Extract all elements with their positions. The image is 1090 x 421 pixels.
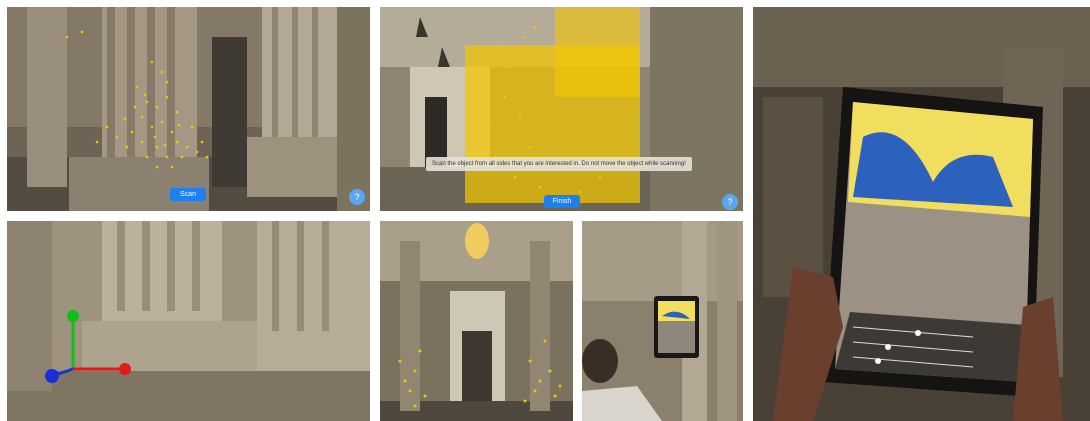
base-axes-image bbox=[7, 221, 370, 421]
ipad-ar-photo bbox=[753, 7, 1090, 421]
scan-view-panel: Scan ? bbox=[7, 7, 370, 211]
pillar-scene-image bbox=[7, 7, 370, 211]
scan-instruction-panel: Scan the object from all sides that you … bbox=[380, 7, 743, 211]
hall-scene-image bbox=[380, 7, 743, 211]
ipad-held-image bbox=[753, 7, 1090, 421]
anchor-axes-panel bbox=[7, 221, 370, 421]
interior-pointcloud-panel bbox=[380, 221, 573, 421]
user-tablet-photo bbox=[582, 221, 743, 421]
ipad-device bbox=[823, 87, 1043, 397]
help-button[interactable]: ? bbox=[722, 194, 738, 210]
scan-button[interactable]: Scan bbox=[170, 188, 206, 201]
interior-scene-image bbox=[380, 221, 573, 421]
help-button[interactable]: ? bbox=[349, 189, 365, 205]
user-scene-image bbox=[582, 221, 743, 421]
scan-instruction-message: Scan the object from all sides that you … bbox=[426, 157, 692, 171]
finish-button[interactable]: Finish bbox=[544, 195, 580, 208]
